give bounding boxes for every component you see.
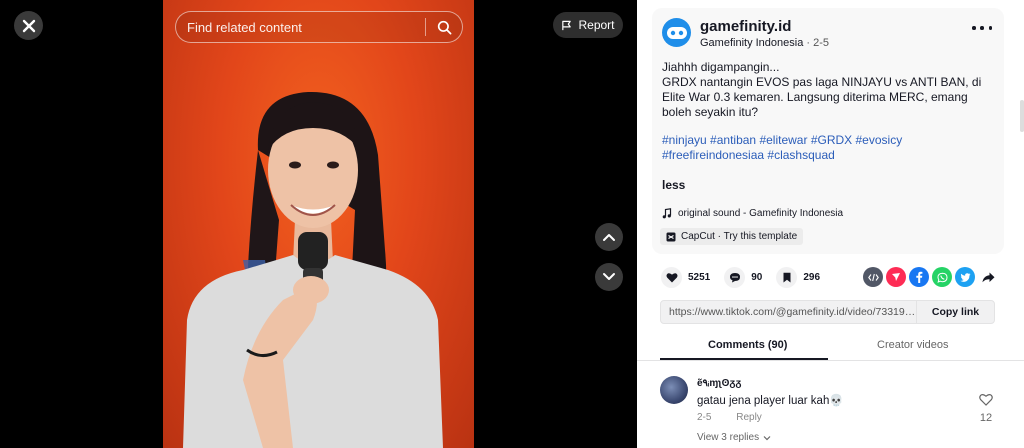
chevron-down-icon	[763, 435, 771, 440]
more-share-button[interactable]	[978, 267, 998, 287]
comment-button[interactable]: 90	[724, 267, 762, 288]
flag-icon	[562, 20, 572, 30]
active-tab-indicator	[660, 358, 828, 360]
hashtag-list: #ninjayu #antiban #elitewar #GRDX #evosi…	[662, 133, 982, 163]
send-button[interactable]	[886, 267, 906, 287]
capcut-label: CapCut · Try this template	[681, 231, 798, 242]
like-count: 5251	[688, 272, 711, 283]
comment-meta: 2-5 Reply	[697, 412, 762, 423]
description-line: GRDX nantangin EVOS pas laga NINJAYU vs …	[662, 75, 982, 119]
video-player: Report	[0, 0, 637, 448]
save-button[interactable]: 296	[776, 267, 820, 288]
view-replies-label: View 3 replies	[697, 432, 760, 443]
more-dot	[980, 26, 984, 30]
hashtag-link[interactable]: #antiban	[710, 133, 756, 147]
commenter-avatar[interactable]	[660, 376, 688, 404]
like-circle	[661, 267, 682, 288]
post-date: 2-5	[813, 37, 830, 49]
less-toggle[interactable]: less	[662, 178, 685, 192]
gamepad-logo-icon	[666, 26, 687, 39]
capcut-icon	[666, 232, 676, 241]
side-panel: gamefinity.id Gamefinity Indonesia · 2-5…	[637, 0, 1024, 448]
report-button[interactable]: Report	[553, 12, 623, 38]
chevron-up-icon	[603, 234, 615, 241]
tab-comments[interactable]: Comments (90)	[708, 339, 787, 351]
comment-circle	[724, 267, 746, 288]
post-description: Jiahhh digampangin... GRDX nantangin EVO…	[662, 60, 992, 120]
twitter-icon	[959, 272, 970, 282]
sound-label: original sound - Gamefinity Indonesia	[678, 208, 844, 219]
hashtag-link[interactable]: #clashsquad	[767, 148, 834, 162]
tab-creator-videos[interactable]: Creator videos	[877, 339, 949, 351]
author-username[interactable]: gamefinity.id	[700, 18, 791, 35]
more-dot	[972, 26, 976, 30]
more-options-button[interactable]	[972, 22, 992, 34]
sound-link[interactable]: original sound - Gamefinity Indonesia	[662, 208, 843, 219]
comment-like-button[interactable]: 12	[976, 393, 996, 424]
author-display-name[interactable]: Gamefinity Indonesia	[700, 37, 803, 49]
hashtag-link[interactable]: #elitewar	[759, 133, 807, 147]
facebook-share-button[interactable]	[909, 267, 929, 287]
video-content-image	[183, 91, 443, 448]
panel-tabs: Comments (90) Creator videos	[637, 334, 1024, 361]
bookmark-icon	[783, 272, 791, 283]
save-count: 296	[803, 272, 821, 283]
send-icon	[892, 273, 900, 281]
author-subline: Gamefinity Indonesia · 2-5	[700, 37, 829, 49]
commenter-name[interactable]: ẽ٩ᵢɱʅʘᵹᵹ	[697, 378, 742, 389]
comment-count: 90	[751, 272, 763, 283]
post-card: gamefinity.id Gamefinity Indonesia · 2-5…	[652, 8, 1004, 254]
comment-icon	[729, 273, 740, 283]
comment-text: gatau jena player luar kah💀	[697, 395, 844, 407]
engagement-actions: 5251 90 296	[661, 267, 834, 288]
like-button[interactable]: 5251	[661, 267, 710, 288]
share-icons	[863, 267, 998, 287]
hashtag-link[interactable]: #GRDX	[811, 133, 852, 147]
view-replies-button[interactable]: View 3 replies	[697, 432, 771, 443]
next-video-button[interactable]	[595, 263, 623, 291]
search-icon	[437, 20, 451, 34]
comment-like-count: 12	[979, 412, 993, 424]
capcut-template-link[interactable]: CapCut · Try this template	[660, 228, 804, 245]
search-button[interactable]	[426, 12, 462, 42]
more-dot	[988, 26, 992, 30]
embed-icon	[867, 273, 879, 281]
tiktok-video-page: Report gamefinity.id Gamef	[0, 0, 1024, 448]
video-frame[interactable]	[163, 0, 474, 448]
embed-button[interactable]	[863, 267, 883, 287]
comment-item: ẽ٩ᵢɱʅʘᵹᵹ gatau jena player luar kah💀 2-5…	[660, 376, 1004, 448]
close-button[interactable]	[14, 11, 43, 40]
share-arrow-icon	[982, 272, 994, 282]
heart-outline-icon	[979, 394, 993, 406]
chevron-down-icon	[603, 273, 615, 280]
save-circle	[776, 267, 798, 288]
copy-link-box: https://www.tiktok.com/@gamefinity.id/vi…	[660, 300, 995, 324]
music-note-icon	[662, 208, 672, 219]
close-icon	[22, 19, 35, 32]
hashtag-link[interactable]: #ninjayu	[662, 133, 707, 147]
author-avatar[interactable]	[662, 18, 691, 47]
twitter-share-button[interactable]	[955, 267, 975, 287]
hashtag-link[interactable]: #freefireindonesiaa	[662, 148, 764, 162]
video-url[interactable]: https://www.tiktok.com/@gamefinity.id/vi…	[661, 306, 916, 318]
description-line: Jiahhh digampangin...	[662, 60, 780, 74]
search-bar	[175, 11, 463, 43]
facebook-icon	[916, 271, 923, 283]
comment-date: 2-5	[697, 412, 712, 423]
reply-button[interactable]: Reply	[736, 412, 762, 423]
copy-link-button[interactable]: Copy link	[916, 301, 994, 323]
search-input[interactable]	[176, 19, 425, 35]
report-label: Report	[578, 18, 615, 32]
panel-scrollbar[interactable]	[1020, 100, 1024, 132]
previous-video-button[interactable]	[595, 223, 623, 251]
whatsapp-icon	[936, 272, 948, 283]
whatsapp-share-button[interactable]	[932, 267, 952, 287]
hashtag-link[interactable]: #evosicy	[856, 133, 903, 147]
heart-icon	[666, 273, 677, 283]
